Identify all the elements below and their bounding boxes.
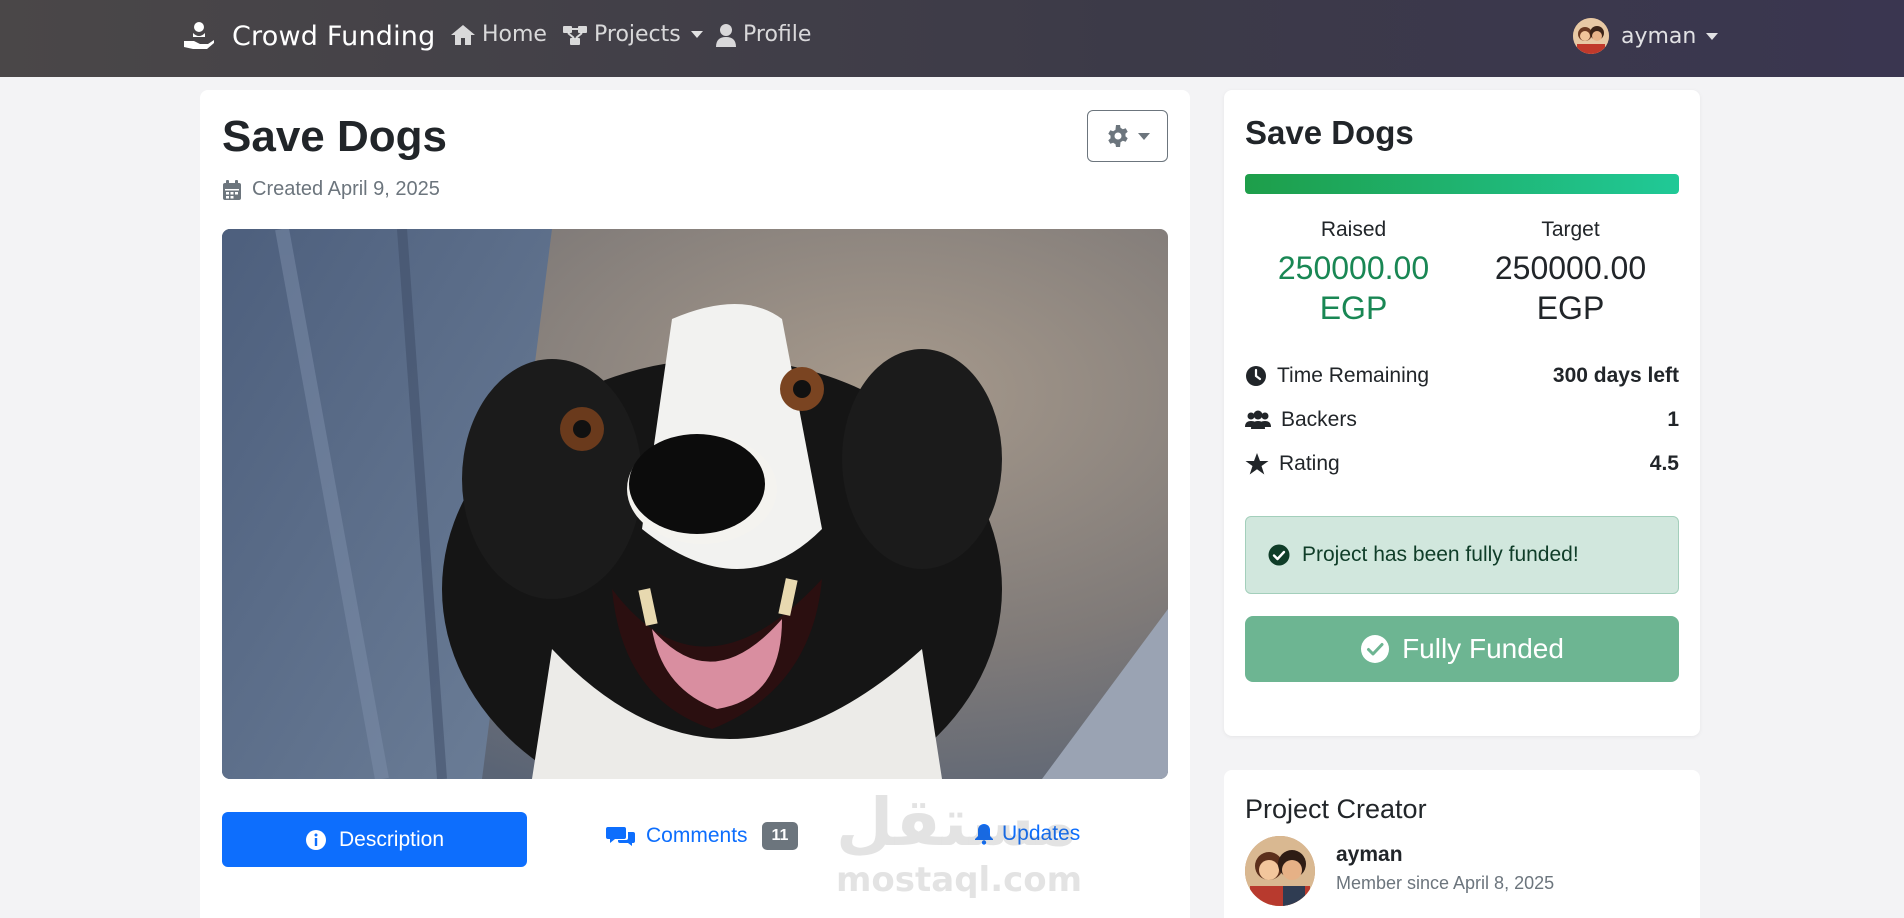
time-remaining-label-wrap: Time Remaining <box>1245 364 1429 388</box>
raised-stat: Raised 250000.00 EGP <box>1245 218 1462 328</box>
rating-row: Rating 4.5 <box>1245 452 1679 476</box>
time-remaining-value: 300 days left <box>1552 364 1679 387</box>
target-amount-value: 250000.00 <box>1494 250 1647 286</box>
hand-holding-heart-icon <box>184 22 214 49</box>
comments-count-badge: 11 <box>761 822 799 850</box>
check-circle-icon <box>1268 544 1290 566</box>
nav-home-link[interactable]: Home <box>450 22 547 47</box>
tab-updates[interactable]: Updates <box>974 822 1080 846</box>
target-stat: Target 250000.00 EGP <box>1462 218 1679 328</box>
target-amount: 250000.00 EGP <box>1462 248 1679 328</box>
creator-name[interactable]: ayman <box>1336 843 1403 867</box>
navbar: Crowd Funding Home Projects Profile ayma… <box>0 0 1904 77</box>
home-icon <box>451 24 475 45</box>
chevron-down-icon <box>1706 32 1719 40</box>
rating-label-wrap: Rating <box>1245 452 1340 476</box>
funding-progress-bar <box>1245 174 1679 194</box>
fully-funded-button-label: Fully Funded <box>1402 633 1564 664</box>
gear-icon <box>1107 125 1128 147</box>
avatar[interactable] <box>1245 836 1315 906</box>
tab-comments[interactable]: Comments 11 <box>606 822 799 850</box>
fully-funded-alert-text: Project has been fully funded! <box>1302 543 1579 566</box>
info-circle-icon <box>305 829 326 850</box>
user-icon <box>716 23 736 47</box>
tab-comments-label: Comments <box>646 824 748 847</box>
nav-profile-link[interactable]: Profile <box>715 22 811 47</box>
time-remaining-row: Time Remaining 300 days left <box>1245 364 1679 388</box>
chevron-down-icon <box>1137 132 1150 140</box>
backers-value: 1 <box>1667 408 1679 431</box>
raised-amount-value: 250000.00 <box>1277 250 1430 286</box>
target-label: Target <box>1541 218 1600 241</box>
time-remaining-label: Time Remaining <box>1277 364 1430 387</box>
brand-name: Crowd Funding <box>232 20 436 52</box>
check-circle-icon <box>1361 635 1390 663</box>
created-date-text: Created April 9, 2025 <box>252 178 440 200</box>
backers-label: Backers <box>1281 408 1357 431</box>
raised-label: Raised <box>1320 218 1387 241</box>
nav-projects-label: Projects <box>594 22 681 47</box>
user-name: ayman <box>1621 23 1697 49</box>
backers-row: Backers 1 <box>1245 408 1679 432</box>
comments-icon <box>606 827 635 846</box>
raised-currency: EGP <box>1319 290 1388 326</box>
nav-projects-dropdown[interactable]: Projects <box>562 22 703 47</box>
created-date: Created April 9, 2025 <box>222 178 440 201</box>
clock-icon <box>1246 366 1266 386</box>
brand-link[interactable]: Crowd Funding <box>182 19 435 53</box>
summary-title: Save Dogs <box>1245 114 1414 151</box>
tab-description-label: Description <box>338 827 445 851</box>
creator-member-since: Member since April 8, 2025 <box>1336 873 1555 893</box>
rating-value: 4.5 <box>1649 452 1679 475</box>
projects-icon <box>563 25 587 45</box>
nav-profile-label: Profile <box>743 22 812 47</box>
fully-funded-alert: Project has been fully funded! <box>1245 516 1679 594</box>
project-image <box>222 229 1168 779</box>
funding-progress-fill <box>1245 174 1679 194</box>
page-title: Save Dogs <box>222 112 447 161</box>
tab-description[interactable]: Description <box>222 812 527 867</box>
raised-amount: 250000.00 EGP <box>1245 248 1462 328</box>
project-settings-button[interactable] <box>1087 110 1168 162</box>
avatar <box>1573 18 1609 54</box>
chevron-down-icon <box>690 31 703 38</box>
rating-label: Rating <box>1279 452 1340 475</box>
bell-icon <box>975 824 993 845</box>
user-menu-dropdown[interactable]: ayman <box>1573 18 1719 54</box>
target-currency: EGP <box>1536 290 1605 326</box>
nav-home-label: Home <box>482 22 547 47</box>
project-creator-heading: Project Creator <box>1245 794 1427 824</box>
star-icon <box>1245 453 1269 475</box>
fully-funded-button[interactable]: Fully Funded <box>1245 616 1679 682</box>
calendar-icon <box>223 179 241 200</box>
backers-label-wrap: Backers <box>1245 408 1357 432</box>
users-icon <box>1245 410 1271 429</box>
tab-updates-label: Updates <box>1002 822 1081 845</box>
